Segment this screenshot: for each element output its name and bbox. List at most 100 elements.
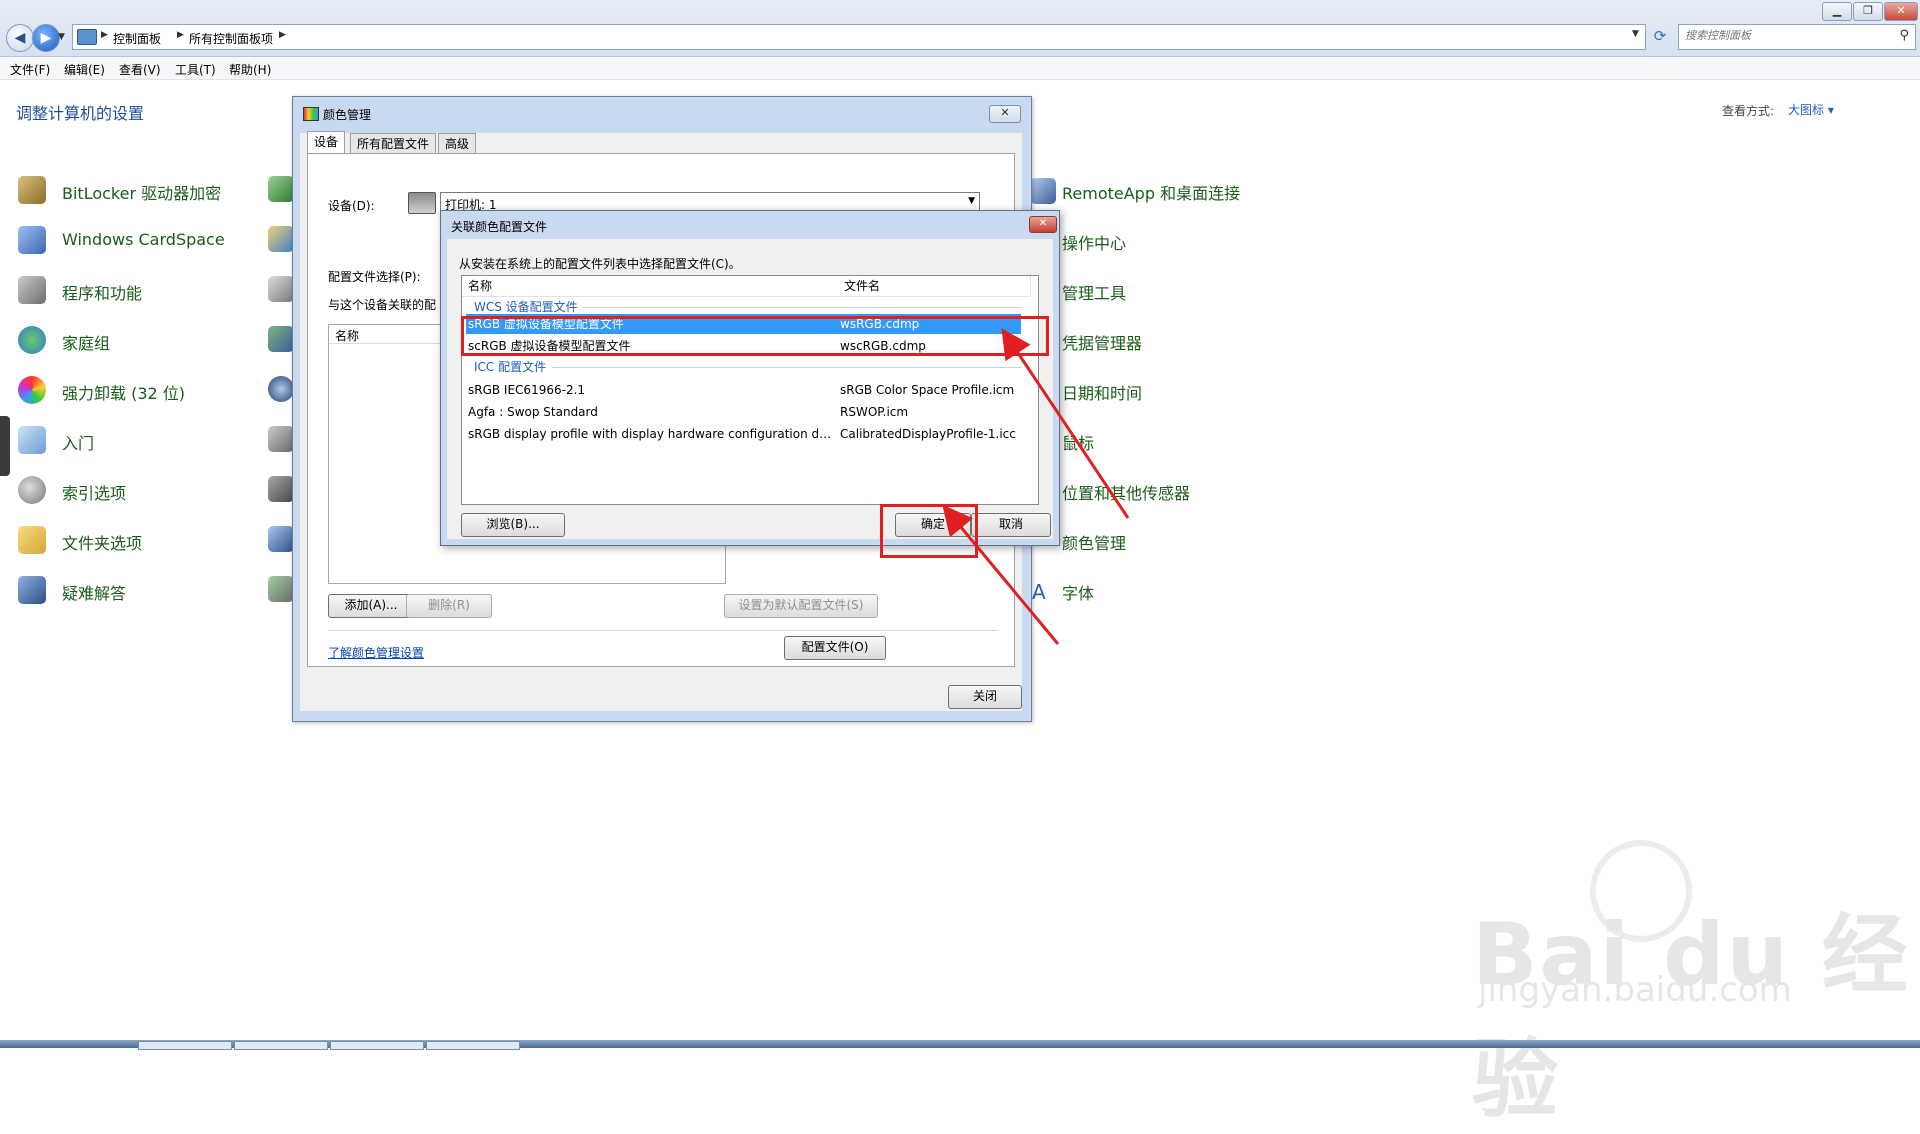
annotation-highlight-ok: [880, 504, 978, 558]
side-gadget-tab[interactable]: [0, 416, 10, 476]
homegroup-icon: [18, 326, 46, 354]
menu-help[interactable]: 帮助(H): [229, 61, 271, 78]
breadcrumb-arrow-icon: ▶: [101, 30, 108, 40]
uninstaller-icon: [18, 376, 46, 404]
tab-all-profiles[interactable]: 所有配置文件: [350, 133, 437, 154]
key-icon: [18, 176, 46, 204]
dialog-close-button[interactable]: ✕: [1029, 216, 1057, 233]
remoteapp-icon[interactable]: [1030, 178, 1056, 204]
close-window-button[interactable]: ✕: [1884, 2, 1918, 21]
watermark-url: jingyan.baidu.com: [1478, 970, 1792, 1010]
set-default-button[interactable]: 设置为默认配置文件(S): [724, 594, 878, 618]
list-item[interactable]: Agfa : Swop Standard RSWOP.icm: [466, 402, 1021, 422]
forward-button[interactable]: ▶: [32, 24, 60, 52]
network-icon[interactable]: [268, 226, 294, 252]
action-center-icon[interactable]: [268, 176, 294, 202]
page-title: 调整计算机的设置: [16, 104, 145, 123]
cp-item-fonts[interactable]: 字体: [1062, 580, 1094, 604]
menu-tools[interactable]: 工具(T): [175, 61, 216, 78]
profiles-button[interactable]: 配置文件(O): [784, 636, 886, 660]
menu-file[interactable]: 文件(F): [10, 61, 50, 78]
printer-icon: [408, 192, 436, 214]
tab-devices[interactable]: 设备: [307, 131, 346, 154]
troubleshoot-icon: [18, 576, 46, 604]
recent-pages-dropdown-icon[interactable]: ▼: [58, 32, 65, 42]
cp-item-mouse[interactable]: 鼠标: [1062, 430, 1094, 454]
list-item[interactable]: sRGB IEC61966-2.1 sRGB Color Space Profi…: [466, 380, 1021, 400]
programs-icon: [18, 276, 46, 304]
cp-item-location-sensors[interactable]: 位置和其他传感器: [1062, 480, 1190, 504]
computer-icon[interactable]: [268, 426, 294, 452]
divider: [328, 630, 998, 631]
breadcrumb-control-panel[interactable]: 控制面板: [113, 30, 161, 47]
group-divider: [582, 307, 1022, 308]
address-dropdown-icon[interactable]: ▼: [1632, 29, 1639, 39]
sync-icon[interactable]: [268, 376, 294, 402]
search-input[interactable]: [1683, 28, 1887, 43]
instruction-text: 从安装在系统上的配置文件列表中选择配置文件(C)。: [459, 257, 741, 271]
list-item[interactable]: sRGB display profile with display hardwa…: [466, 424, 1021, 444]
add-button[interactable]: 添加(A)...: [328, 594, 414, 618]
cp-item-admin-tools[interactable]: 管理工具: [1062, 280, 1126, 304]
menu-edit[interactable]: 编辑(E): [64, 61, 105, 78]
restore-button[interactable]: ❐: [1853, 2, 1883, 21]
remove-button[interactable]: 删除(R): [406, 594, 492, 618]
group-divider: [552, 367, 1022, 368]
cp-item-remoteapp[interactable]: RemoteApp 和桌面连接: [1062, 180, 1240, 204]
taskbar-app-button[interactable]: [138, 1041, 232, 1050]
annotation-highlight-srgb: [461, 316, 1049, 356]
dialog-title: 颜色管理: [323, 108, 372, 122]
accounts-icon[interactable]: [268, 576, 294, 602]
breadcrumb-all-items[interactable]: 所有控制面板项: [189, 30, 273, 47]
users-icon[interactable]: [268, 326, 294, 352]
dialog-close-button[interactable]: ✕: [989, 105, 1021, 123]
address-field[interactable]: ▶ 控制面板 ▶ 所有控制面板项 ▶: [72, 24, 1646, 50]
tab-advanced[interactable]: 高级: [438, 133, 477, 154]
color-management-icon: [303, 107, 319, 121]
folder-icon: [18, 526, 46, 554]
profile-selection-label: 配置文件选择(P):: [328, 270, 421, 284]
search-icon[interactable]: ⚲: [1899, 28, 1909, 43]
breadcrumb-arrow-icon: ▶: [177, 30, 184, 40]
view-by-dropdown[interactable]: 大图标 ▾: [1788, 101, 1834, 118]
associate-profile-dialog: 关联颜色配置文件 ✕ 从安装在系统上的配置文件列表中选择配置文件(C)。 名称 …: [440, 210, 1060, 546]
cp-item-credential-manager[interactable]: 凭据管理器: [1062, 330, 1142, 354]
menu-view[interactable]: 查看(V): [119, 61, 161, 78]
cancel-button[interactable]: 取消: [971, 513, 1051, 537]
dialog-body: 从安装在系统上的配置文件列表中选择配置文件(C)。 名称 文件名 WCS 设备配…: [447, 239, 1053, 539]
menu-bar: 文件(F) 编辑(E) 查看(V) 工具(T) 帮助(H): [0, 57, 1920, 80]
address-bar: ◀ ▶ ▼ ▶ 控制面板 ▶ 所有控制面板项 ▶ ▼ ⟳ ⚲ ▁ ❐ ✕: [0, 0, 1920, 57]
taskbar-app-button[interactable]: [426, 1041, 520, 1050]
view-by-label: 查看方式:: [1722, 104, 1775, 118]
breadcrumb-arrow-icon: ▶: [279, 30, 286, 40]
column-header-filename[interactable]: 文件名: [838, 276, 1031, 297]
taskbar-app-button[interactable]: [234, 1041, 328, 1050]
minimize-button[interactable]: ▁: [1822, 2, 1852, 21]
control-panel-icon: [77, 29, 97, 45]
cp-item-action-center[interactable]: 操作中心: [1062, 230, 1126, 254]
device-label: 设备(D):: [328, 199, 375, 213]
cp-item-date-time[interactable]: 日期和时间: [1062, 380, 1142, 404]
group-header-icc: ICC 配置文件: [474, 360, 547, 374]
close-button[interactable]: 关闭: [948, 685, 1022, 709]
dialog-title: 关联颜色配置文件: [451, 220, 548, 234]
font-icon: A: [1032, 580, 1046, 604]
search-box[interactable]: ⚲: [1678, 24, 1916, 50]
forward-arrow-icon: ▶: [40, 30, 52, 46]
cp-item-color-management[interactable]: 颜色管理: [1062, 530, 1126, 554]
back-arrow-icon: ◀: [14, 30, 26, 46]
display-icon[interactable]: [268, 526, 294, 552]
chevron-down-icon: ▼: [968, 196, 975, 206]
refresh-icon[interactable]: ⟳: [1650, 26, 1670, 46]
profile-list[interactable]: 名称 文件名 WCS 设备配置文件 sRGB 虚拟设备模型配置文件 wsRGB.…: [461, 275, 1039, 505]
back-button[interactable]: ◀: [6, 24, 34, 52]
magnifier-icon: [18, 476, 46, 504]
taskbar-app-button[interactable]: [330, 1041, 424, 1050]
browse-button[interactable]: 浏览(B)...: [461, 513, 565, 537]
device-icon[interactable]: [268, 276, 294, 302]
learn-color-management-link[interactable]: 了解颜色管理设置: [328, 644, 424, 661]
cardspace-icon: [18, 226, 46, 254]
getting-started-icon: [18, 426, 46, 454]
keyboard-icon[interactable]: [268, 476, 294, 502]
column-header-name[interactable]: 名称: [462, 276, 839, 297]
